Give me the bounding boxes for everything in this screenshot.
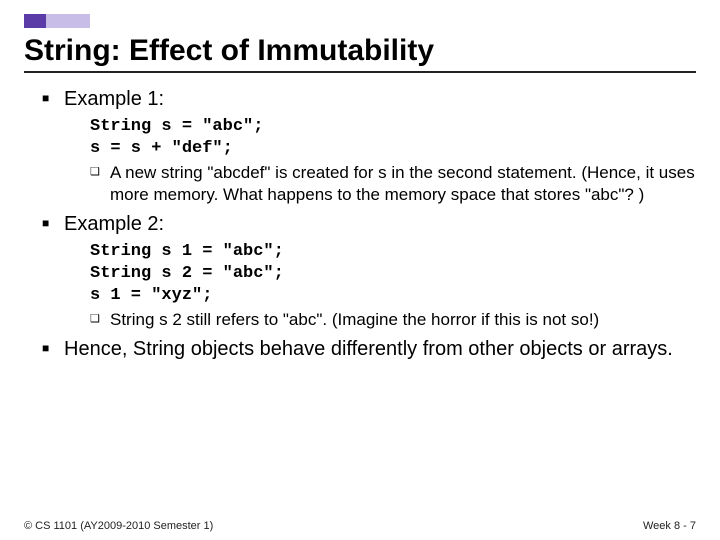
- example-2-content: String s 1 = "abc"; String s 2 = "abc"; …: [90, 241, 696, 331]
- square-bullet-icon: ■: [42, 87, 64, 112]
- accent-light: [46, 14, 90, 28]
- hollow-square-bullet-icon: ❑: [90, 162, 110, 206]
- footer-right: Week 8 - 7: [643, 520, 696, 532]
- square-bullet-icon: ■: [42, 337, 64, 362]
- bullet-example-1: ■ Example 1:: [42, 87, 696, 112]
- bullet-label: Example 1:: [64, 87, 164, 112]
- bullet-label: Hence, String objects behave differently…: [64, 337, 673, 362]
- hollow-square-bullet-icon: ❑: [90, 309, 110, 331]
- footer-left: © CS 1101 (AY2009-2010 Semester 1): [24, 520, 213, 532]
- square-bullet-icon: ■: [42, 212, 64, 237]
- slide-footer: © CS 1101 (AY2009-2010 Semester 1) Week …: [24, 520, 696, 532]
- title-rule: [24, 71, 696, 73]
- accent-bar: [24, 14, 90, 28]
- example-1-content: String s = "abc"; s = s + "def"; ❑ A new…: [90, 116, 696, 206]
- slide-body: ■ Example 1: String s = "abc"; s = s + "…: [24, 87, 696, 363]
- accent-dark: [24, 14, 46, 28]
- code-block: String s 1 = "abc"; String s 2 = "abc"; …: [90, 241, 696, 307]
- bullet-conclusion: ■ Hence, String objects behave different…: [42, 337, 696, 362]
- slide: String: Effect of Immutability ■ Example…: [24, 34, 696, 510]
- sub-bullet: ❑ A new string "abcdef" is created for s…: [90, 162, 696, 206]
- sub-bullet-text: String s 2 still refers to "abc". (Imagi…: [110, 309, 599, 331]
- sub-bullet: ❑ String s 2 still refers to "abc". (Ima…: [90, 309, 696, 331]
- bullet-label: Example 2:: [64, 212, 164, 237]
- sub-bullet-text: A new string "abcdef" is created for s i…: [110, 162, 696, 206]
- bullet-example-2: ■ Example 2:: [42, 212, 696, 237]
- slide-title: String: Effect of Immutability: [24, 34, 696, 69]
- code-block: String s = "abc"; s = s + "def";: [90, 116, 696, 160]
